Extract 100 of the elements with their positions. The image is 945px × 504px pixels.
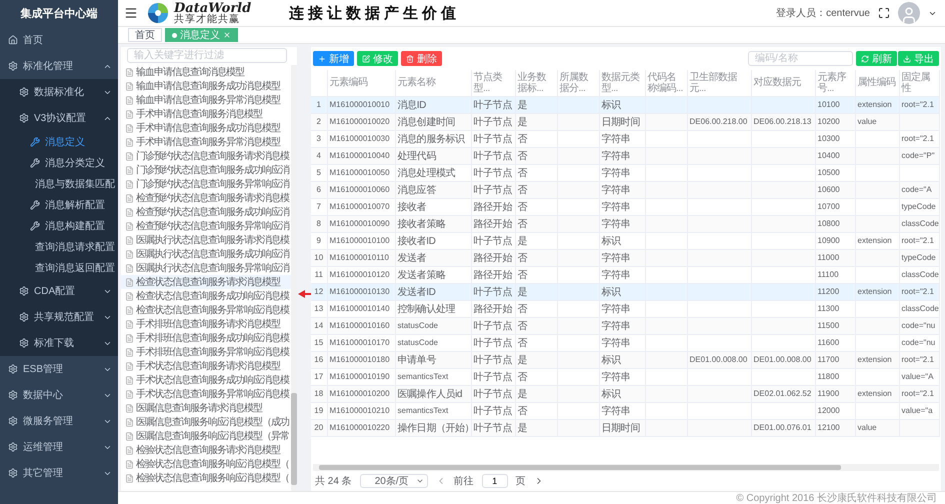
row-number: 3 — [311, 130, 327, 147]
table-row[interactable]: 7 M161000010070 接收者 路径开始 否 字符串 10700 typeCode — [311, 198, 939, 215]
column-header[interactable]: 元素名称 — [395, 70, 471, 96]
column-header[interactable]: 代码名称编码... — [645, 70, 687, 96]
table-cell: 发送者 — [395, 249, 471, 266]
table-row[interactable]: 1 M161000010010 消息ID 叶子节点 是 标识 10100 extension root="2.1 — [311, 96, 939, 113]
table-row[interactable]: 5 M161000010050 消息处理模式 叶子节点 否 字符串 10500 — [311, 164, 939, 181]
row-number: 9 — [311, 232, 327, 249]
tree-item[interactable]: 输血申请信息查询服务成功消息模型 — [121, 79, 291, 93]
toolbar-button[interactable]: 删除 — [401, 51, 442, 66]
table-row[interactable]: 18 M161000010200 医嘱操作人员id 叶子节点 是 标识 DE02.01.062.52 11900 extension root="2.1 — [311, 385, 939, 402]
wrench-icon — [30, 136, 40, 146]
table-row[interactable]: 16 M161000010180 申请单号 叶子节点 是 标识 DE01.00.008.00 DE01.00.008.00 11700 extension root="2.1 — [311, 351, 939, 368]
column-header[interactable]: 固定属性 — [899, 70, 939, 96]
tree-item[interactable]: 医嘱执行状态信息查询服务请求消息模 — [121, 233, 291, 247]
tree-item[interactable]: 手术状态信息查询服务异常响应消息模 — [121, 387, 291, 401]
row-number: 7 — [311, 198, 327, 215]
tree-item[interactable]: 医嘱执行状态信息查询服务成功响应消 — [121, 247, 291, 261]
tree-item[interactable]: 检查状态信息查询服务请求消息模型 — [121, 275, 291, 289]
tree-item[interactable]: 检查预约状态信息查询服务请求消息模 — [121, 191, 291, 205]
tree-item[interactable]: 医嘱信息查询服务响应消息模型（异常 — [121, 429, 291, 443]
sidebar-item[interactable]: 首页 — [0, 27, 118, 53]
tree-item[interactable]: 检查预约状态信息查询服务异常响应消 — [121, 219, 291, 233]
menu-icon[interactable] — [124, 6, 138, 20]
page-tab[interactable]: 首页 — [128, 28, 162, 42]
table-row[interactable]: 6 M161000010060 消息应答 叶子节点 否 字符串 10600 code="A — [311, 181, 939, 198]
tree-item[interactable]: 输血申请信息查询服务异常消息模型 — [121, 93, 291, 107]
sidebar-item[interactable]: 消息与数据集匹配 — [0, 173, 118, 194]
table-row[interactable]: 2 M161000010020 消息创建时间 叶子节点 是 日期时间 DE06.00.218.00 DE06.00.218.13 10200 value — [311, 113, 939, 130]
sidebar-item[interactable]: V3协议配置 — [0, 105, 118, 131]
horizontal-scrollbar[interactable] — [313, 464, 939, 471]
sidebar-item[interactable]: 消息构建配置 — [0, 215, 118, 236]
tree-item[interactable]: 医嘱执行状态信息查询服务异常响应消 — [121, 261, 291, 275]
sidebar-item[interactable]: 标准化管理 — [0, 53, 118, 79]
tree-item[interactable]: 医嘱信息查询服务请求消息模型 — [121, 401, 291, 415]
table-row[interactable]: 19 M161000010210 semanticsText 叶子节点 否 字符串 12000 value="a — [311, 402, 939, 419]
tree-item[interactable]: 手术状态信息查询服务成功响应消息模 — [121, 373, 291, 387]
close-icon[interactable] — [223, 31, 231, 39]
tree-item[interactable]: 医嘱信息查询服务响应消息模型（成功 — [121, 415, 291, 429]
table-row[interactable]: 3 M161000010030 消息的服务标识 叶子节点 否 字符串 10300 root="2.1 — [311, 130, 939, 147]
tree-item[interactable]: 检验状态信息查询服务请求消息模型 — [121, 443, 291, 457]
table-cell: 是 — [515, 419, 557, 436]
tree-item[interactable]: 检验状态信息查询服务响应消息模型（ — [121, 471, 291, 485]
tree-item[interactable]: 手术排班信息查询服务异常响应消息模 — [121, 345, 291, 359]
column-header[interactable]: 数据元类型... — [599, 70, 645, 96]
tree-item[interactable]: 手术排班信息查询服务成功响应消息模 — [121, 331, 291, 345]
arrow-drawing — [298, 290, 311, 298]
tree-item[interactable]: 门诊预约状态信息查询服务异常响应消 — [121, 177, 291, 191]
column-header[interactable]: 节点类型... — [471, 70, 515, 96]
toolbar-button[interactable]: 新增 — [313, 51, 354, 66]
sidebar-item[interactable]: 标准下载 — [0, 330, 118, 356]
sidebar-item[interactable]: 消息分类定义 — [0, 152, 118, 173]
sidebar-item[interactable]: 数据标准化 — [0, 79, 118, 105]
tree-item[interactable]: 检验状态信息查询服务响应消息模型（ — [121, 457, 291, 471]
tree-item[interactable]: 手术申请信息查询服务异常消息模型 — [121, 135, 291, 149]
column-header[interactable]: 元素序号... — [815, 70, 855, 96]
sidebar-item[interactable]: 消息定义 — [0, 131, 118, 152]
table-row[interactable]: 12 M161000010130 发送者ID 叶子节点 是 标识 11200 extension root="2.1 — [311, 283, 939, 300]
avatar[interactable] — [898, 2, 920, 24]
sidebar-item[interactable]: 查询消息请求配置 — [0, 236, 118, 257]
sidebar-item[interactable]: 共享规范配置 — [0, 304, 118, 330]
table-row[interactable]: 14 M161000010160 statusCode 叶子节点 否 字符串 11500 code="nu — [311, 317, 939, 334]
table-cell: 否 — [515, 266, 557, 283]
tree-item[interactable]: 门诊预约状态信息查询服务请求消息模 — [121, 149, 291, 163]
table-row[interactable]: 9 M161000010100 接收者ID 叶子节点 是 标识 10900 extension root="2.1 — [311, 232, 939, 249]
tree-item[interactable]: 手术排班信息查询服务请求消息模型 — [121, 317, 291, 331]
scrollbar[interactable] — [291, 65, 297, 491]
table-row[interactable]: 17 M161000010190 semanticsText 叶子节点 否 字符串 11800 value="A — [311, 368, 939, 385]
sidebar-item[interactable]: 运维管理 — [0, 434, 118, 460]
page-field[interactable]: 1 — [482, 474, 508, 488]
table-row[interactable]: 4 M161000010040 处理代码 叶子节点 否 字符串 10400 code="P" — [311, 147, 939, 164]
tree-item[interactable]: 检查状态信息查询服务异常响应消息模 — [121, 303, 291, 317]
column-header[interactable]: 对应数据元 — [751, 70, 815, 96]
table-row[interactable]: 15 M161000010170 statusCode 叶子节点 否 字符串 11600 code="nu — [311, 334, 939, 351]
table-cell: M161000010130 — [327, 283, 395, 300]
row-number: 12 — [311, 283, 327, 300]
sidebar-item[interactable]: 其它管理 — [0, 460, 118, 486]
column-header[interactable]: 元素编码 — [327, 70, 395, 96]
tree-item[interactable]: 检查状态信息查询服务成功响应消息模 — [121, 289, 291, 303]
sidebar-item[interactable]: ESB管理 — [0, 356, 118, 382]
sidebar-item[interactable]: 查询消息返回配置 — [0, 257, 118, 278]
table-row[interactable]: 20 M161000010220 操作日期（开始）叶子节点 是 日期时间 DE01.00.076.01 12100 value — [311, 419, 939, 436]
table-row[interactable]: 10 M161000010110 发送者 路径开始 否 字符串 11000 typeCode — [311, 249, 939, 266]
sidebar-item[interactable]: 消息解析配置 — [0, 194, 118, 215]
column-header[interactable]: 卫生部数据元... — [687, 70, 751, 96]
tree-item[interactable]: 检查预约状态信息查询服务成功响应消 — [121, 205, 291, 219]
sidebar-item[interactable]: 微服务管理 — [0, 408, 118, 434]
column-header[interactable]: 属性编码 — [855, 70, 899, 96]
tree-item[interactable]: 手术状态信息查询服务请求消息模型 — [121, 359, 291, 373]
tree-item[interactable]: 门诊预约状态信息查询服务成功响应消 — [121, 163, 291, 177]
sidebar-item[interactable]: CDA配置 — [0, 278, 118, 304]
search-field[interactable]: 编码/名称 — [748, 51, 853, 66]
tree-item[interactable]: 手术申请信息查询服务消息模型 — [121, 107, 291, 121]
tree-item[interactable]: 输血申请信息查询消息模型 — [121, 65, 291, 79]
sidebar-item[interactable]: 数据中心 — [0, 382, 118, 408]
page-size-select[interactable]: 20条/页 — [360, 474, 428, 488]
row-number: 20 — [311, 419, 327, 436]
fullscreen-icon[interactable] — [878, 7, 890, 19]
filter-field[interactable]: 输入关键字进行过滤 — [127, 48, 287, 63]
tree-item[interactable]: 手术申请信息查询服务成功消息模型 — [121, 121, 291, 135]
